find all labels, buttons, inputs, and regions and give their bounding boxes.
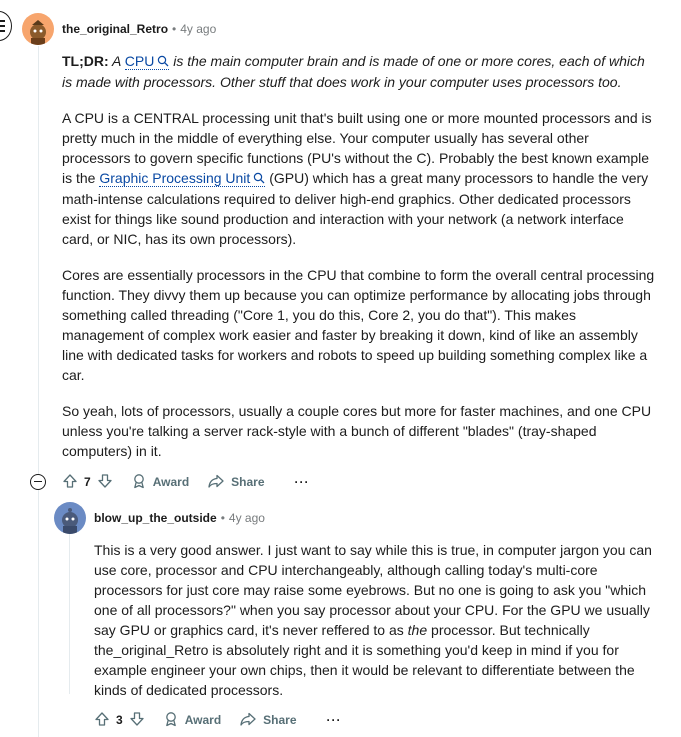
share-button[interactable]: Share [207,473,265,492]
avatar[interactable] [54,502,86,534]
upvote-icon[interactable] [94,711,110,730]
timestamp[interactable]: 4y ago [180,21,216,37]
vote-group: 3 [94,711,145,730]
reply-paragraph: This is a very good answer. I just want … [94,540,660,700]
more-options-icon[interactable]: ··· [295,475,310,489]
reply-emphasis: the [407,622,428,638]
cpu-search-link[interactable]: CPU [124,52,170,72]
paragraph-2: A CPU is a CENTRAL processing unit that'… [62,108,658,249]
downvote-icon[interactable] [97,473,113,492]
upvote-icon[interactable] [62,473,78,492]
comment-meta: the_original_Retro • 4y ago [62,21,216,37]
more-options-icon[interactable]: ··· [327,713,342,727]
avatar[interactable] [22,13,54,45]
paragraph-4: So yeah, lots of processors, usually a c… [62,403,652,459]
share-button[interactable]: Share [239,711,297,730]
paragraph-3: Cores are essentially processors in the … [62,267,655,383]
gpu-search-link[interactable]: Graphic Processing Unit [99,169,266,189]
comment-body: TL;DR: A CPU is the main computer brain … [62,51,658,477]
menu-icon[interactable] [0,11,12,41]
link-text: Graphic Processing Unit [99,170,251,186]
award-button[interactable]: Award [163,711,221,730]
comment-meta: blow_up_the_outside • 4y ago [94,510,265,526]
award-label: Award [152,475,190,489]
separator: • [220,511,225,525]
search-icon [253,169,265,189]
thread-line-2 [69,534,70,694]
award-icon [163,711,185,730]
tldr-paragraph: TL;DR: A CPU is the main computer brain … [62,51,658,92]
share-label: Share [263,713,297,727]
thread-line-1 [38,46,39,737]
award-button[interactable]: Award [131,473,189,492]
username[interactable]: blow_up_the_outside [94,510,217,526]
share-icon [239,711,263,730]
award-icon [131,473,153,492]
share-label: Share [231,475,265,489]
vote-count: 7 [84,475,91,489]
comment-body: This is a very good answer. I just want … [94,540,660,716]
username[interactable]: the_original_Retro [62,21,168,37]
tldr-label: TL;DR: [62,53,109,69]
tldr-pre: A [112,53,125,69]
downvote-icon[interactable] [129,711,145,730]
comment-actions: 7 Award Share ··· [62,470,310,494]
award-label: Award [184,713,222,727]
timestamp[interactable]: 4y ago [229,510,265,526]
share-icon [207,473,231,492]
separator: • [172,22,177,36]
vote-group: 7 [62,473,113,492]
collapse-thread-button[interactable] [30,474,46,490]
link-text: CPU [124,53,155,69]
search-icon [157,52,169,72]
vote-count: 3 [116,713,123,727]
comment-actions: 3 Award Share ··· [94,708,342,732]
